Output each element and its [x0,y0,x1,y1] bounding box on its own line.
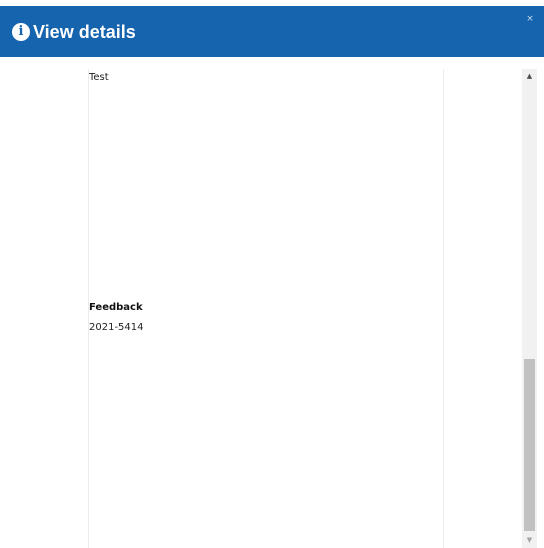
info-icon: i [12,23,30,41]
vertical-scrollbar[interactable]: ▲ ▼ [522,69,537,548]
description-value: Test [89,72,109,83]
feedback-label: Feedback [89,302,143,313]
dialog-content[interactable]: Test Feedback 2021-5414 ▲ ▼ [0,57,544,548]
dialog-titlebar: i View details × [0,6,544,57]
scrollbar-thumb[interactable] [524,359,535,531]
scroll-up-arrow-icon[interactable]: ▲ [522,69,537,84]
view-details-dialog: i View details × Test Feedback 2021-5414… [0,0,544,548]
content-right-border [443,69,444,548]
scroll-down-arrow-icon[interactable]: ▼ [522,533,537,548]
close-icon[interactable]: × [525,14,535,24]
feedback-value: 2021-5414 [89,322,144,333]
dialog-title: View details [33,22,136,42]
